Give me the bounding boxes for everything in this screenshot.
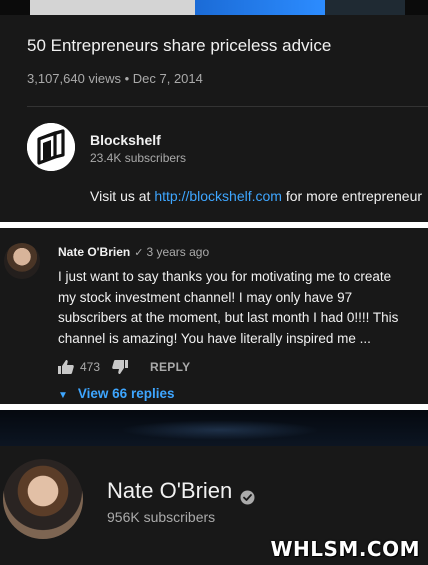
profile-name-row: Nate O'Brien	[107, 478, 255, 505]
profile-avatar[interactable]	[3, 459, 83, 539]
check-icon: ✓	[134, 247, 144, 259]
comment-text: I just want to say thanks you for motiva…	[58, 269, 399, 346]
video-info-panel: 50 Entrepreneurs share priceless advice …	[0, 0, 428, 222]
profile-name: Nate O'Brien	[107, 478, 233, 503]
channel-name[interactable]: Blockshelf	[90, 132, 161, 148]
like-count: 473	[80, 359, 101, 374]
comment-header: Nate O'Brien ✓ 3 years ago	[58, 245, 209, 259]
view-replies-button[interactable]: ▼ View 66 replies	[58, 386, 174, 401]
watermark: WHLSM.COM	[270, 537, 420, 561]
channel-subscriber-count: 23.4K subscribers	[90, 151, 187, 165]
description-text: Visit us at	[90, 188, 155, 204]
view-replies-label: View 66 replies	[77, 386, 175, 401]
commenter-avatar[interactable]	[4, 243, 40, 279]
description-link[interactable]: http://blockshelf.com	[154, 188, 282, 204]
video-player-edge[interactable]	[0, 0, 428, 15]
upload-date: Dec 7, 2014	[132, 71, 203, 86]
video-frame-segment	[195, 0, 325, 15]
channel-avatar[interactable]	[27, 123, 75, 171]
description-text: for more entrepreneur	[281, 188, 423, 204]
comment-panel: Nate O'Brien ✓ 3 years ago I just want to …	[0, 228, 428, 404]
divider	[27, 106, 428, 107]
reply-button[interactable]: REPLY	[150, 360, 190, 374]
video-title: 50 Entrepreneurs share priceless advice	[27, 36, 332, 55]
comment-time[interactable]: 3 years ago	[146, 245, 209, 259]
thumb-up-icon[interactable]	[58, 359, 74, 374]
thumb-down-icon[interactable]	[112, 359, 129, 374]
video-meta: 3,107,640 views • Dec 7, 2014	[27, 71, 203, 86]
comment-actions: 473 REPLY	[58, 359, 190, 374]
blockshelf-logo-icon	[27, 123, 75, 171]
video-description: Visit us at http://blockshelf.com for mo…	[90, 188, 422, 204]
channel-banner	[0, 410, 428, 446]
video-frame-segment	[325, 0, 405, 15]
verified-check-icon	[240, 485, 255, 505]
video-frame-segment	[30, 0, 195, 15]
profile-subscriber-count: 956K subscribers	[107, 509, 216, 525]
comment-author[interactable]: Nate O'Brien	[58, 245, 130, 259]
channel-profile-panel: Nate O'Brien 956K subscribers WHLSM.COM	[0, 410, 428, 565]
chevron-down-icon: ▼	[58, 390, 68, 401]
meta-separator: •	[124, 71, 130, 86]
view-count: 3,107,640 views	[27, 71, 121, 86]
